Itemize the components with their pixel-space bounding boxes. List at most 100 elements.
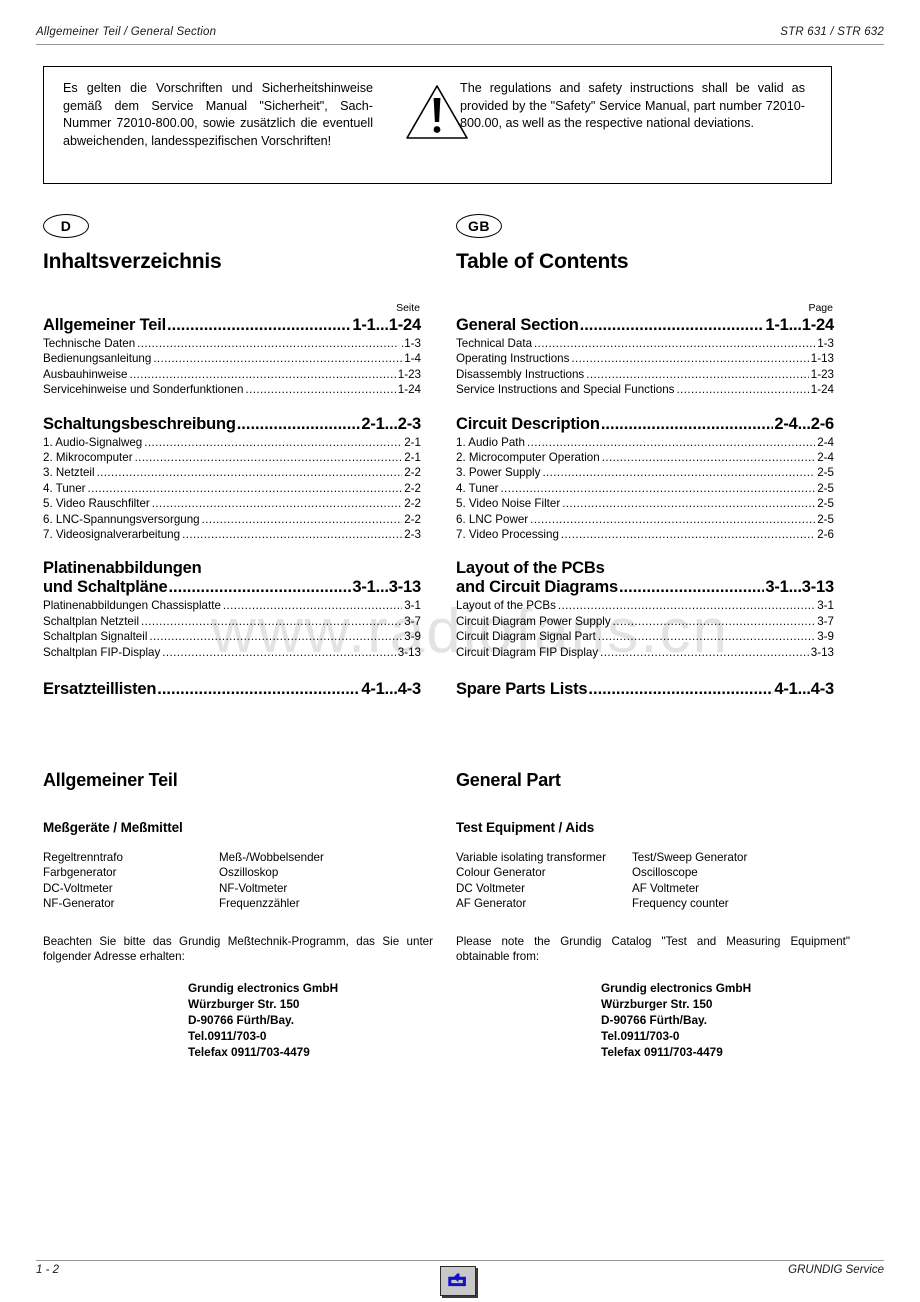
equipment-list-german: Regeltrenntrafo Farbgenerator DC-Voltmet… [43,850,433,912]
toc-entry[interactable]: 5. Video Noise Filter ..................… [456,496,834,511]
toc-section-heading-line1: Layout of the PCBs [456,559,605,578]
toc-entry-label: 7. Videosignalverarbeitung [43,528,181,542]
toc-entry-label: 2. Mikrocomputer [43,451,133,465]
toc-entry-label: 3. Power Supply [456,466,541,480]
toc-entry[interactable]: 3. Netzteil ............................… [43,465,421,480]
toc-entry[interactable]: 5. Video Rauschfilter ..................… [43,496,421,511]
toc-entry[interactable]: 6. LNC-Spannungsversorgung .............… [43,512,421,527]
toc-entry[interactable]: Operating Instructions .................… [456,351,834,366]
toc-section-range: 3-1...3-13 [765,578,834,597]
toc-section-heading[interactable]: Ersatzteillisten .......................… [43,680,421,699]
toc-entry[interactable]: Disassembly Instructions ...............… [456,367,834,382]
toc-entry-page: 2-5 [817,497,834,511]
leader-dots: ........................................… [96,466,403,480]
toc-entry-label: Circuit Diagram Power Supply [456,614,611,628]
leader-dots: ........................................… [560,528,815,542]
leader-dots: ........................................… [137,337,399,350]
toc-entry-page: 3-9 [404,630,421,644]
toc-entry[interactable]: 1. Audio Path ..........................… [456,435,834,450]
toc-entry[interactable]: Circuit Diagram Power Supply ...........… [456,614,834,629]
leader-dots: ........................................… [153,352,403,366]
equipment-item: AF Generator [456,897,527,911]
leader-dots: ........................................… [129,367,395,381]
toc-section-heading[interactable]: Circuit Description ....................… [456,415,834,434]
leader-dots: ........................................… [612,614,816,628]
toc-entry[interactable]: Schaltplan FIP-Display .................… [43,645,421,660]
toc-section-range: 2-1...2-3 [361,414,421,433]
leader-dots: ........................................… [579,316,765,334]
leader-dots: ........................................… [157,680,361,699]
toc-entry-label: Technical Data [456,337,533,350]
leader-dots: ........................................… [201,512,403,526]
toc-entry[interactable]: Circuit Diagram Signal Part ............… [456,629,834,644]
toc-entry-page: 2-2 [404,512,421,526]
toc-section-label: und Schaltpläne [43,578,168,597]
toc-section-heading[interactable]: General Section ........................… [456,316,834,335]
toc-entry[interactable]: Layout of the PCBs .....................… [456,598,834,613]
address-line: Tel.0911/703-0 [601,1029,680,1044]
toc-section-label: Schaltungsbeschreibung [43,414,236,433]
language-badge-de: D [43,214,89,238]
address-line: Grundig electronics GmbH [601,981,752,996]
toc-entry[interactable]: Technische Daten .......................… [43,336,421,351]
toc-entry-page: 2-1 [404,435,421,449]
toc-entry[interactable]: Circuit Diagram FIP Display ............… [456,645,834,660]
toc-entry[interactable]: 7. Videosignalverarbeitung .............… [43,527,421,542]
toc-section-heading[interactable]: Schaltungsbeschreibung .................… [43,415,421,434]
toc-entry-label: Service Instructions and Special Functio… [456,383,675,397]
toc-entry-label: 3. Netzteil [43,466,95,480]
toc-section-heading[interactable]: und Schaltpläne ........................… [43,578,421,597]
toc-entry-page: 1-23 [397,367,421,381]
general-part-german: Allgemeiner Teil Meßgeräte / Meßmittel R… [43,770,433,1060]
toc-entry-label: 7. Video Processing [456,528,559,542]
toc-entry-label: 4. Tuner [43,481,86,495]
toc-entry[interactable]: 2. Mikrocomputer .......................… [43,450,421,465]
leader-dots: ........................................… [222,599,402,613]
back-arrow-icon[interactable] [440,1266,476,1296]
leader-dots: ........................................… [571,352,808,366]
toc-section-heading[interactable]: and Circuit Diagrams ...................… [456,578,834,597]
page-header: Allgemeiner Teil / General Section STR 6… [36,26,884,38]
leader-dots: ........................................… [526,435,815,449]
toc-entry[interactable]: Platinenabbildungen Chassisplatte ......… [43,598,421,613]
leader-dots: ........................................… [600,414,774,433]
toc-entry[interactable]: Ausbauhinweise .........................… [43,367,421,382]
address-line: Telefax 0911/703-4479 [601,1045,723,1060]
safety-warning-english: The regulations and safety instructions … [460,81,805,131]
toc-section-label: Circuit Description [456,414,600,433]
toc-entry[interactable]: 3. Power Supply ........................… [456,465,834,480]
general-part-english: General Part Test Equipment / Aids Varia… [456,770,850,1060]
equipment-item: DC-Voltmeter [43,881,113,895]
toc-entry[interactable]: 6. LNC Power ...........................… [456,512,834,527]
toc-entry[interactable]: Bedienungsanleitung ....................… [43,351,421,366]
toc-entry-label: Platinenabbildungen Chassisplatte [43,599,221,613]
toc-entry-label: Disassembly Instructions [456,367,585,381]
toc-section-heading[interactable]: Allgemeiner Teil .......................… [43,316,421,335]
toc-entry[interactable]: Schaltplan Netzteil ....................… [43,614,421,629]
toc-section-range: 1-1...1-24 [765,316,834,334]
toc-entry[interactable]: 1. Audio-Signalweg .....................… [43,435,421,450]
toc-entry[interactable]: 4. Tuner ...............................… [456,481,834,496]
toc-entry-page: 2-1 [404,451,421,465]
leader-dots: ........................................… [601,451,816,465]
toc-entry-label: 5. Video Rauschfilter [43,497,150,511]
toc-section-heading[interactable]: Spare Parts Lists ......................… [456,680,834,699]
toc-entry-label: 2. Microcomputer Operation [456,451,600,465]
toc-entry-page: 3-1 [404,599,421,613]
toc-entry[interactable]: Servicehinweise und Sonderfunktionen ...… [43,382,421,397]
equipment-item: Meß-/Wobbelsender [219,851,324,864]
toc-entry[interactable]: Service Instructions and Special Functio… [456,382,834,397]
toc-entry[interactable]: 7. Video Processing ....................… [456,527,834,542]
toc-entry-page: 2-5 [817,512,834,526]
toc-entry[interactable]: 4. Tuner ...............................… [43,481,421,496]
toc-entry[interactable]: 2. Microcomputer Operation .............… [456,450,834,465]
leader-dots: ........................................… [87,481,403,495]
equipment-item: Colour Generator [456,866,546,880]
toc-entry[interactable]: Schaltplan Signalteil ..................… [43,629,421,644]
toc-section-label: Ersatzteillisten [43,680,157,699]
toc-entry[interactable]: Technical Data .........................… [456,336,834,351]
toc-entry-label: 6. LNC-Spannungsversorgung [43,512,200,526]
toc-title-english: Table of Contents [456,250,629,273]
header-divider [36,44,884,45]
toc-entry-page: 2-3 [404,528,421,542]
